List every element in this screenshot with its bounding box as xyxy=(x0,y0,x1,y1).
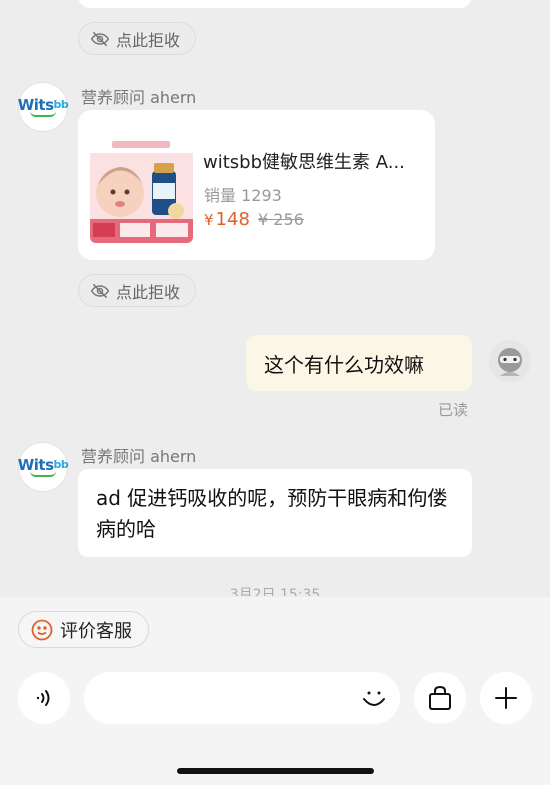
chat-screen: 点此拒收 Witsbb 营养顾问 ahern witsbb健敏思维生素 A...… xyxy=(0,0,550,785)
eye-off-icon xyxy=(90,283,110,298)
more-button[interactable] xyxy=(480,672,532,724)
voice-button[interactable] xyxy=(18,672,70,724)
reject-button[interactable]: 点此拒收 xyxy=(78,274,196,307)
reject-label: 点此拒收 xyxy=(116,30,181,50)
witsbb-logo: Witsbb xyxy=(17,95,69,114)
message-input[interactable] xyxy=(84,672,400,724)
voice-icon xyxy=(36,690,50,706)
emoji-icon xyxy=(363,691,385,706)
product-image xyxy=(90,137,193,243)
user-avatar[interactable] xyxy=(489,340,531,382)
product-original-price: ¥ 256 xyxy=(258,210,304,229)
input-panel: 评价客服 xyxy=(0,597,550,785)
product-price: ¥148 xyxy=(204,209,250,230)
my-message-text: 这个有什么功效嘛 xyxy=(264,352,424,377)
smile-icon xyxy=(31,619,53,640)
product-sales: 销量 1293 xyxy=(204,186,282,205)
reply-message-bubble[interactable]: ad 促进钙吸收的呢，预防干眼病和佝偻病的哈 xyxy=(78,469,472,557)
my-message-bubble[interactable]: 这个有什么功效嘛 xyxy=(246,335,472,391)
reply-message-text: ad 促进钙吸收的呢，预防干眼病和佝偻病的哈 xyxy=(96,486,448,541)
sender-name: 营养顾问 ahern xyxy=(81,447,197,466)
advisor-avatar[interactable]: Witsbb xyxy=(17,442,69,492)
logo-smile-icon xyxy=(30,471,56,477)
eye-off-icon xyxy=(90,31,110,46)
rate-service-button[interactable]: 评价客服 xyxy=(18,611,149,648)
logo-smile-icon xyxy=(30,111,56,117)
rate-service-label: 评价客服 xyxy=(60,620,132,642)
shop-button[interactable] xyxy=(414,672,466,724)
reject-button[interactable]: 点此拒收 xyxy=(78,22,196,55)
product-card[interactable]: witsbb健敏思维生素 A... 销量 1293 ¥148 ¥ 256 xyxy=(78,110,435,260)
previous-message-bubble xyxy=(78,0,472,8)
reject-label: 点此拒收 xyxy=(116,282,181,302)
product-title: witsbb健敏思维生素 A... xyxy=(203,152,405,173)
emoji-button[interactable] xyxy=(356,680,392,716)
read-status: 已读 xyxy=(438,401,469,419)
timestamp: 3月2日 15:35 xyxy=(229,587,321,596)
plus-icon xyxy=(495,687,517,709)
shopping-bag-icon xyxy=(429,686,451,710)
witsbb-logo: Witsbb xyxy=(17,455,69,474)
sender-name: 营养顾问 ahern xyxy=(81,88,197,107)
advisor-avatar[interactable]: Witsbb xyxy=(17,82,69,132)
home-indicator xyxy=(177,768,374,774)
